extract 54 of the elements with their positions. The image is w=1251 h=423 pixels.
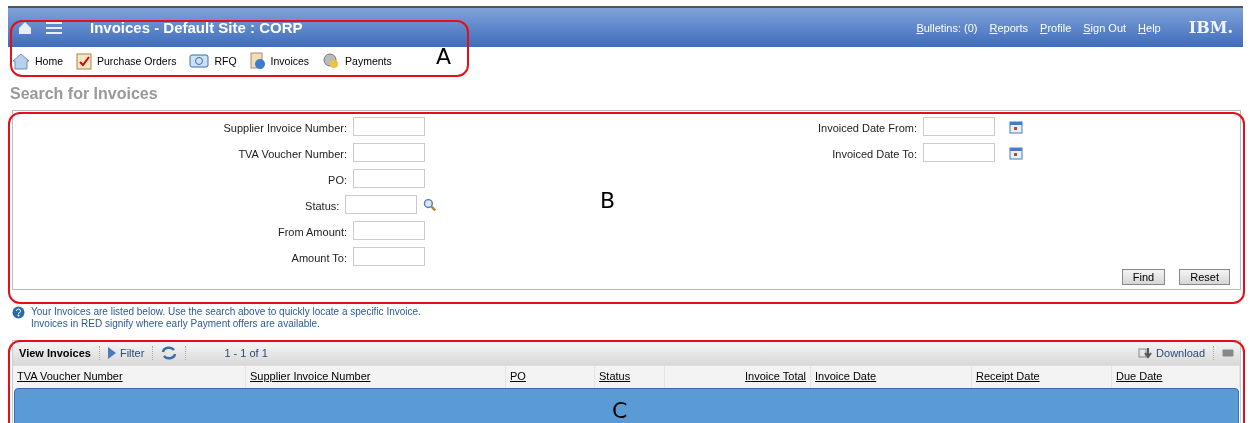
nav-link[interactable]: Home — [12, 52, 63, 70]
calendar-icon[interactable] — [1009, 145, 1023, 160]
grid-title: View Invoices — [19, 347, 91, 359]
input-field[interactable] — [353, 247, 425, 266]
input-field[interactable] — [923, 143, 995, 162]
form-button[interactable]: Find — [1121, 269, 1166, 285]
input-field[interactable] — [353, 169, 425, 188]
search-icon[interactable] — [423, 197, 437, 212]
collapse-icon[interactable] — [1222, 349, 1234, 357]
input-field[interactable] — [353, 221, 425, 240]
download-button[interactable]: Download — [1138, 347, 1205, 359]
help-icon — [12, 306, 25, 319]
menu-icon[interactable] — [46, 21, 62, 34]
download-icon — [1138, 347, 1153, 359]
house-icon — [12, 52, 30, 70]
nav-link[interactable]: RFQ — [189, 53, 237, 69]
callout-letter: A — [436, 44, 452, 69]
filter-button[interactable]: Filter — [107, 347, 145, 359]
header-link[interactable]: Help — [1138, 21, 1161, 34]
header-link[interactable]: Bulletins: (0) — [916, 21, 978, 34]
field-label: PO: — [328, 173, 347, 186]
callout-letter: C — [612, 398, 628, 423]
home-icon[interactable] — [18, 20, 32, 35]
nav-link[interactable]: Purchase Orders — [76, 52, 177, 70]
page-header-title: Invoices - Default Site : CORP — [90, 19, 303, 36]
logo: IBM. — [1188, 18, 1233, 37]
nav-link[interactable]: Invoices — [249, 52, 310, 70]
help-text: Invoices in RED signify where early Payment offers are available. — [31, 318, 321, 330]
money-icon — [189, 53, 210, 69]
field-label: Invoiced Date From: — [817, 121, 917, 134]
header-link[interactable]: Reports — [989, 21, 1029, 34]
calendar-icon[interactable] — [1009, 119, 1023, 134]
field-label: Amount To: — [291, 251, 347, 264]
nav-link[interactable]: Payments — [322, 52, 392, 70]
field-label: Status: — [305, 199, 340, 212]
callout-letter: B — [600, 188, 616, 213]
field-label: TVA Voucher Number: — [238, 147, 347, 160]
input-field[interactable] — [353, 117, 425, 136]
coins-icon — [322, 52, 341, 70]
refresh-icon[interactable] — [161, 346, 178, 360]
header-link[interactable]: Profile — [1040, 21, 1072, 34]
field-label: From Amount: — [277, 225, 347, 238]
form-button[interactable]: Reset — [1179, 269, 1230, 285]
paging-text: 1 - 1 of 1 — [224, 347, 268, 359]
field-label: Invoiced Date To: — [832, 147, 917, 160]
help-text: Your Invoices are listed below. Use the search above to quickly locate a specific Invoice. — [31, 306, 421, 318]
input-field[interactable] — [353, 143, 425, 162]
input-field[interactable] — [923, 117, 995, 136]
field-label: Supplier Invoice Number: — [223, 121, 347, 134]
clipboard-check-icon — [76, 52, 92, 70]
header-link[interactable]: Sign Out — [1083, 21, 1127, 34]
play-arrow-icon — [107, 347, 116, 359]
section-title: Search for Invoices — [10, 85, 159, 103]
input-field[interactable] — [345, 195, 418, 214]
